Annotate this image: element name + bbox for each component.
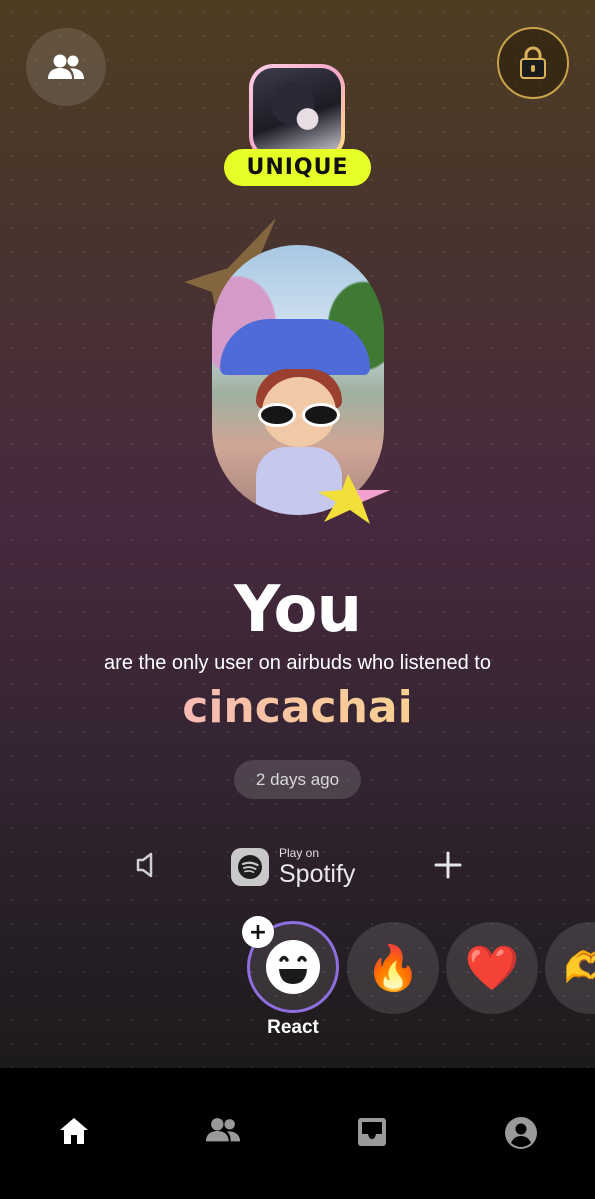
spotify-label: Play on Spotify <box>279 847 355 887</box>
heart-hands-reaction-button[interactable]: 🫶 <box>545 922 595 1014</box>
friends-button[interactable] <box>26 28 106 106</box>
fire-icon: 🔥 <box>365 943 421 994</box>
plus-icon <box>434 851 462 879</box>
star-sparkle-icon <box>318 474 390 524</box>
main-screen: UNIQUE You are the only user on airbuds … <box>0 0 595 1068</box>
unique-badge: UNIQUE <box>224 149 371 186</box>
nav-home[interactable] <box>0 1068 149 1199</box>
mute-button[interactable] <box>134 850 160 880</box>
shop-button[interactable] <box>497 27 569 99</box>
avatar-image <box>253 68 341 156</box>
art-umbrella <box>220 319 370 375</box>
people-icon <box>48 54 84 79</box>
reaction-bar: + React 🔥 ❤️ 🫶 <box>0 916 595 1046</box>
nav-profile[interactable] <box>446 1068 595 1199</box>
add-reaction-plus-icon: + <box>242 916 274 948</box>
play-on-label: Play on <box>279 846 320 860</box>
add-button[interactable] <box>433 850 463 880</box>
nav-inbox[interactable] <box>298 1068 447 1199</box>
fire-reaction-button[interactable]: 🔥 <box>347 922 439 1014</box>
subline: are the only user on airbuds who listene… <box>104 652 491 674</box>
home-icon <box>60 1118 89 1144</box>
lock-bag-icon <box>520 46 546 79</box>
inbox-icon <box>357 1118 386 1146</box>
speaker-mute-icon <box>136 852 153 878</box>
friends-icon <box>206 1118 241 1142</box>
heart-hands-icon: 🫶 <box>563 943 595 994</box>
spotify-name: Spotify <box>279 860 356 888</box>
art-sunglasses <box>258 403 340 427</box>
react-label: React <box>267 1017 319 1038</box>
heart-icon: ❤️ <box>464 943 520 994</box>
bottom-nav <box>0 1068 595 1199</box>
smile-face-icon <box>266 940 320 994</box>
user-avatar[interactable] <box>249 64 345 160</box>
artist-name[interactable]: cincachai <box>0 680 595 736</box>
headline: You <box>234 573 362 647</box>
album-art-group[interactable] <box>180 212 400 530</box>
heart-reaction-button[interactable]: ❤️ <box>446 922 538 1014</box>
nav-friends[interactable] <box>149 1068 298 1199</box>
spotify-icon <box>231 848 269 886</box>
time-ago-pill: 2 days ago <box>234 760 361 799</box>
profile-icon <box>504 1117 537 1149</box>
play-on-spotify-button[interactable]: Play on Spotify <box>231 843 367 891</box>
